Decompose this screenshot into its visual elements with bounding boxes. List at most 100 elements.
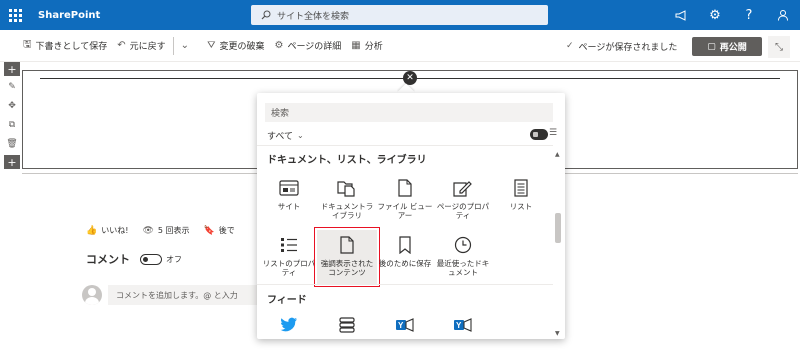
tile-list-properties[interactable]: リストのプロパティ — [259, 230, 319, 284]
add-section-icon[interactable]: + — [4, 62, 20, 76]
undo-label: 元に戻す — [129, 42, 166, 52]
tile-label: リストのプロパティ — [262, 259, 316, 277]
republish-button[interactable]: ▢ 再公開 — [692, 37, 762, 56]
recent-documents-icon — [454, 234, 472, 256]
chevron-down-icon: ⌄ — [297, 131, 304, 140]
comments-toggle-label: オフ — [166, 254, 182, 264]
save-status: ✓ ページが保存されました — [566, 30, 677, 62]
view-toggle[interactable] — [530, 129, 548, 140]
scroll-up-icon[interactable]: ▲ — [555, 151, 560, 158]
twitter-icon[interactable] — [259, 317, 319, 332]
tile-document-library[interactable]: ドキュメントライブラリ — [317, 173, 377, 227]
tile-label: リスト — [509, 202, 533, 211]
undo-button[interactable]: ↶ 元に戻す — [112, 30, 170, 61]
comments-header: コメント オフ — [86, 251, 182, 267]
move-icon[interactable]: ✥ — [4, 98, 20, 114]
account-icon[interactable] — [766, 0, 800, 30]
bookmark-icon: 🔖 — [203, 225, 215, 236]
save-icon: 🖫 — [23, 39, 32, 50]
filter-label: すべて — [267, 132, 294, 142]
save-for-later-button[interactable]: 🔖 後で — [204, 225, 235, 236]
delete-icon[interactable]: 🗑 — [4, 136, 20, 152]
chart-icon: ▦ — [351, 40, 361, 51]
suite-bar: SharePoint サイト全体を検索 ⚙ ? — [0, 0, 800, 30]
tile-label: サイト — [277, 202, 301, 211]
yammer-icon[interactable]: Y — [433, 317, 493, 333]
analytics-button[interactable]: ▦ 分析 — [346, 30, 387, 61]
tile-saved-for-later[interactable]: 後のために保存 — [375, 230, 435, 284]
undo-more-dropdown[interactable]: ⌄ — [176, 30, 198, 61]
scroll-thumb[interactable] — [555, 213, 561, 243]
filter-dropdown[interactable]: すべて ⌄ — [267, 129, 304, 142]
command-separator — [172, 36, 174, 55]
avatar — [82, 285, 102, 305]
app-launcher-icon[interactable] — [0, 0, 30, 30]
svg-text:Y: Y — [456, 321, 462, 330]
like-button[interactable]: 👍 いいね! — [86, 225, 128, 236]
tile-site[interactable]: サイト — [259, 173, 319, 227]
book-icon: ▢ — [707, 41, 716, 52]
scroll-down-icon[interactable]: ▼ — [555, 330, 560, 337]
add-section-icon[interactable]: + — [4, 155, 20, 169]
highlighted-content-icon — [340, 234, 354, 256]
site-icon — [279, 177, 299, 199]
webpart-picker: 検索 すべて ⌄ ☰ ドキュメント、リスト、ライブラリ サイト ドキュメントライ… — [257, 93, 565, 339]
views-label: 5 回表示 — [157, 226, 190, 235]
eye-icon: 👁 — [142, 225, 154, 236]
gear-icon: ⚙ — [274, 40, 284, 51]
collapse-icon[interactable]: ⤡ — [768, 36, 790, 58]
tile-page-properties[interactable]: ページのプロパティ — [433, 173, 493, 227]
duplicate-icon[interactable]: ⧉ — [4, 117, 20, 133]
chevron-down-icon: ⌄ — [180, 40, 190, 51]
tile-list[interactable]: リスト — [491, 173, 551, 227]
tile-label: ファイル ビューアー — [377, 202, 433, 220]
tile-label: ドキュメントライブラリ — [320, 202, 374, 220]
tile-label: 最近使ったドキュメント — [436, 259, 490, 277]
save-status-label: ページが保存されました — [578, 42, 678, 53]
tile-recent-documents[interactable]: 最近使ったドキュメント — [433, 230, 493, 284]
list-properties-icon — [280, 234, 298, 256]
search-placeholder: サイト全体を検索 — [277, 11, 350, 22]
later-label: 後で — [218, 226, 235, 235]
tile-file-viewer[interactable]: ファイル ビューアー — [375, 173, 435, 227]
saved-for-later-icon — [399, 234, 411, 256]
save-draft-button[interactable]: 🖫 下書きとして保存 — [18, 30, 112, 61]
feed-category-title: フィード — [267, 295, 307, 306]
checkmark-icon: ✓ — [566, 41, 574, 51]
tile-highlighted-content[interactable]: 強調表示されたコンテンツ — [314, 227, 380, 287]
category-title: ドキュメント、リスト、ライブラリ — [267, 155, 427, 166]
gear-icon[interactable]: ⚙ — [698, 0, 732, 30]
picker-divider — [257, 145, 553, 146]
list-view-icon[interactable]: ☰ — [549, 128, 557, 138]
list-icon — [514, 177, 528, 199]
page-details-button[interactable]: ⚙ ページの詳細 — [269, 30, 346, 61]
picker-scrollbar[interactable]: ▲ ▼ — [554, 151, 562, 337]
brand-name[interactable]: SharePoint — [38, 10, 100, 21]
database-icon[interactable] — [317, 317, 377, 333]
section-toolbar: + ✎ ✥ ⧉ 🗑 + — [4, 62, 20, 172]
document-library-icon — [337, 177, 357, 199]
yammer-icon[interactable]: Y — [375, 317, 435, 333]
site-search-box[interactable]: サイト全体を検索 — [251, 5, 548, 25]
discard-label: 変更の破棄 — [219, 42, 265, 52]
picker-divider — [257, 284, 553, 285]
search-icon — [261, 10, 271, 20]
svg-text:Y: Y — [398, 321, 404, 330]
republish-label: 再公開 — [719, 43, 747, 53]
megaphone-icon[interactable] — [664, 0, 698, 30]
command-bar: 🖫 下書きとして保存 ↶ 元に戻す ⌄ ⛛ 変更の破棄 ⚙ ページの詳細 ▦ 分… — [0, 30, 800, 62]
page-details-label: ページの詳細 — [287, 42, 342, 52]
like-label: いいね! — [101, 226, 129, 235]
tile-label: 強調表示されたコンテンツ — [320, 259, 374, 277]
help-icon[interactable]: ? — [732, 0, 766, 30]
picker-search-input[interactable]: 検索 — [265, 103, 553, 122]
social-bar: 👍 いいね! 👁 5 回表示 🔖 後で — [86, 225, 249, 236]
views-count: 👁 5 回表示 — [142, 225, 189, 236]
save-draft-label: 下書きとして保存 — [35, 42, 108, 52]
discard-changes-button[interactable]: ⛛ 変更の破棄 — [202, 30, 269, 61]
edit-icon[interactable]: ✎ — [4, 79, 20, 95]
discard-icon: ⛛ — [207, 40, 216, 51]
comments-toggle[interactable] — [140, 253, 162, 265]
comments-title: コメント — [86, 253, 130, 266]
tile-label: 後のために保存 — [378, 259, 432, 268]
